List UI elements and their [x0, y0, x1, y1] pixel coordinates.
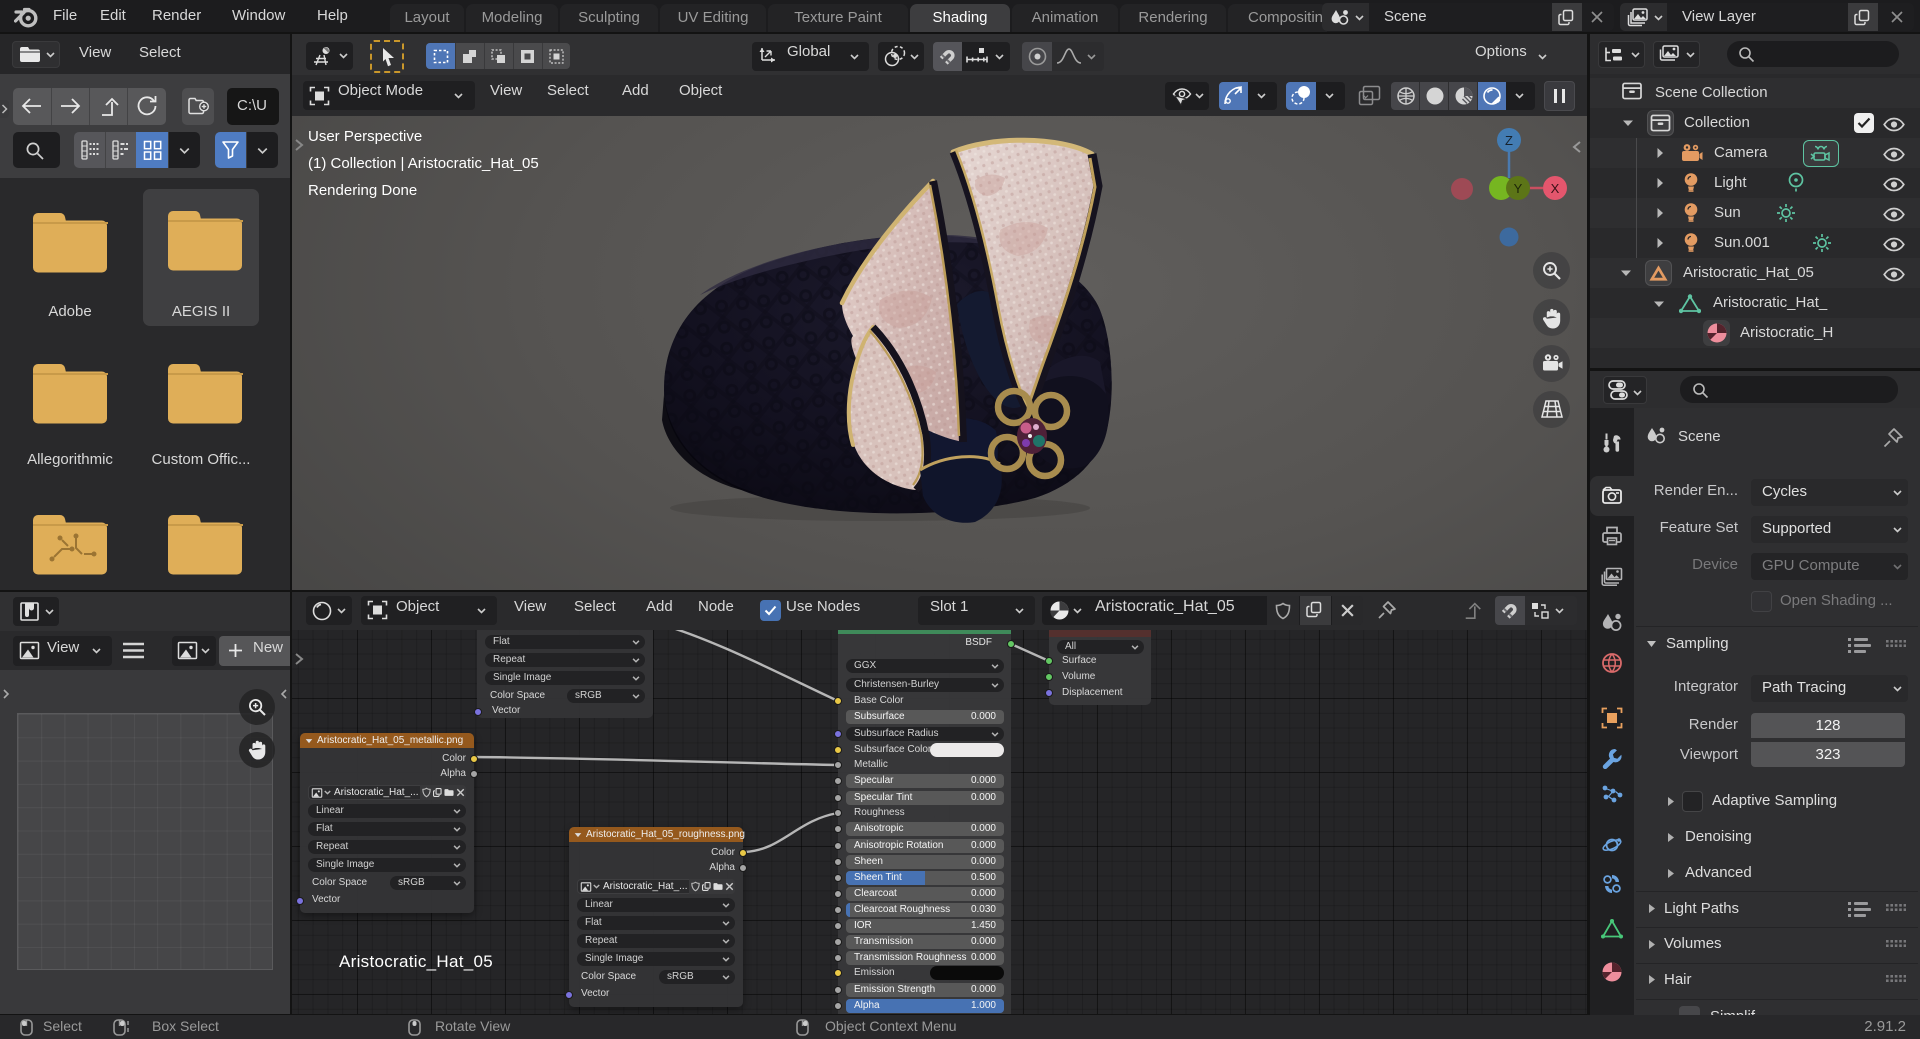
svg-text:Z: Z: [1505, 133, 1513, 148]
svg-text:Y: Y: [1514, 181, 1523, 196]
svg-text:X: X: [1551, 181, 1560, 196]
